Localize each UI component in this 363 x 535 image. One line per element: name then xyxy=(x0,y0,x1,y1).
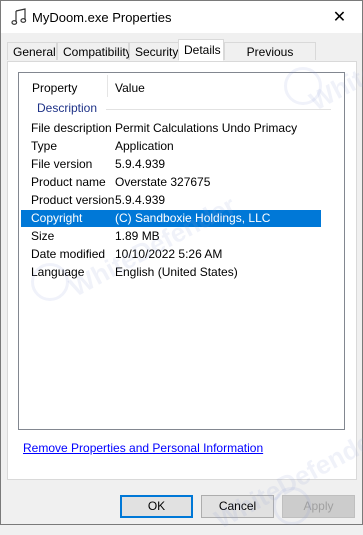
column-header-property[interactable]: Property xyxy=(32,81,77,95)
property-name: Copyright xyxy=(31,211,83,225)
column-divider[interactable] xyxy=(107,75,108,97)
property-value: 10/10/2022 5:26 AM xyxy=(115,247,223,261)
table-row[interactable]: Type Application xyxy=(21,138,321,155)
property-value: English (United States) xyxy=(115,265,238,279)
property-name: Product version xyxy=(31,193,115,207)
details-listview[interactable]: Property Value Description File descript… xyxy=(18,72,345,430)
table-row[interactable]: Product name Overstate 327675 xyxy=(21,174,321,191)
tab-general[interactable]: General xyxy=(7,42,57,60)
property-name: Date modified xyxy=(31,247,106,261)
title-bar[interactable]: MyDoom.exe Properties ✕ xyxy=(1,1,362,33)
cancel-button[interactable]: Cancel xyxy=(201,495,274,518)
property-value: Overstate 327675 xyxy=(115,175,211,189)
tab-details[interactable]: Details xyxy=(178,39,224,61)
property-value: (C) Sandboxie Holdings, LLC xyxy=(115,211,271,225)
remove-properties-link[interactable]: Remove Properties and Personal Informati… xyxy=(23,441,263,455)
property-name: Size xyxy=(31,229,55,243)
property-name: Language xyxy=(31,265,85,279)
property-name: Product name xyxy=(31,175,106,189)
property-value: 5.9.4.939 xyxy=(115,193,166,207)
close-button[interactable]: ✕ xyxy=(317,1,362,33)
properties-dialog: MyDoom.exe Properties ✕ General Compatib… xyxy=(0,0,363,534)
column-header-value[interactable]: Value xyxy=(115,81,145,95)
tab-strip: General Compatibility Security Details P… xyxy=(7,39,357,77)
ok-button[interactable]: OK xyxy=(120,495,193,518)
property-value: Application xyxy=(115,139,174,153)
property-value: Permit Calculations Undo Primacy xyxy=(115,121,298,135)
table-row[interactable]: File description Permit Calculations Und… xyxy=(21,120,321,137)
group-divider xyxy=(106,109,331,110)
property-value: 1.89 MB xyxy=(115,229,160,243)
tab-compatibility[interactable]: Compatibility xyxy=(57,42,132,60)
property-name: File version xyxy=(31,157,93,171)
property-name: File description xyxy=(31,121,112,135)
table-row[interactable]: File version 5.9.4.939 xyxy=(21,156,321,173)
list-header: Property Value xyxy=(19,73,344,99)
close-icon: ✕ xyxy=(332,9,347,26)
table-row[interactable]: Product version 5.9.4.939 xyxy=(21,192,321,209)
property-name: Type xyxy=(31,139,58,153)
window-title: MyDoom.exe Properties xyxy=(32,10,172,25)
apply-button[interactable]: Apply xyxy=(282,495,355,518)
group-header-description[interactable]: Description xyxy=(37,101,97,115)
music-note-icon xyxy=(11,8,27,25)
table-row[interactable]: Language English (United States) xyxy=(21,264,321,281)
table-row[interactable]: Date modified 10/10/2022 5:26 AM xyxy=(21,246,321,263)
table-row[interactable]: Size 1.89 MB xyxy=(21,228,321,245)
tab-security[interactable]: Security xyxy=(129,42,179,60)
tab-previous-versions[interactable]: Previous Versions xyxy=(224,42,316,77)
property-value: 5.9.4.939 xyxy=(115,157,166,171)
table-row-selected[interactable]: Copyright (C) Sandboxie Holdings, LLC xyxy=(21,210,321,227)
